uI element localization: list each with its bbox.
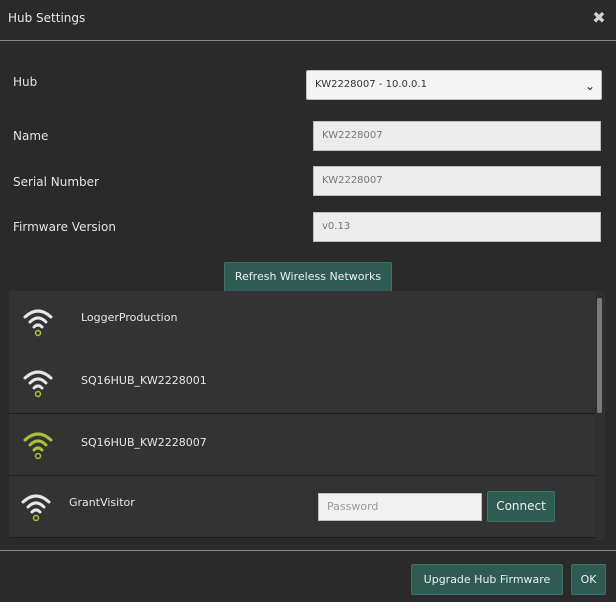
- close-icon[interactable]: ✖: [590, 9, 608, 27]
- wifi-icon: [23, 370, 53, 398]
- list-item[interactable]: SQ16HUB_KW2228001: [9, 352, 598, 414]
- upgrade-hub-firmware-button[interactable]: Upgrade Hub Firmware: [411, 564, 563, 595]
- serial-number-field[interactable]: KW2228007: [313, 166, 601, 196]
- scrollbar-thumb[interactable]: [597, 298, 602, 413]
- hub-select[interactable]: KW2228007 - 10.0.0.1 ⌄: [306, 70, 602, 100]
- serial-number-label: Serial Number: [13, 175, 99, 189]
- hub-select-value: KW2228007 - 10.0.0.1: [315, 79, 427, 90]
- network-name: LoggerProduction: [81, 311, 178, 324]
- hub-settings-dialog: Hub Settings ✖ Hub KW2228007 - 10.0.0.1 …: [0, 0, 616, 602]
- list-item[interactable]: SQ16HUB_KW2228007: [9, 414, 598, 476]
- dialog-title: Hub Settings: [8, 11, 86, 25]
- list-item[interactable]: LoggerProduction: [9, 291, 598, 353]
- connect-button[interactable]: Connect: [487, 491, 555, 522]
- network-name: GrantVisitor: [69, 496, 135, 509]
- hub-label: Hub: [13, 75, 38, 89]
- refresh-wireless-networks-button[interactable]: Refresh Wireless Networks: [224, 262, 392, 292]
- dialog-titlebar: Hub Settings ✖: [0, 0, 616, 41]
- firmware-version-field[interactable]: v0.13: [313, 212, 601, 242]
- firmware-version-label: Firmware Version: [13, 220, 116, 234]
- name-label: Name: [13, 129, 49, 143]
- password-input[interactable]: Password: [318, 493, 482, 521]
- network-name: SQ16HUB_KW2228007: [81, 436, 207, 449]
- ok-button[interactable]: OK: [571, 564, 606, 595]
- footer-divider: [0, 550, 616, 551]
- chevron-down-icon: ⌄: [584, 79, 595, 93]
- wifi-icon: [23, 309, 53, 337]
- name-field[interactable]: KW2228007: [313, 121, 601, 151]
- wifi-icon: [23, 432, 53, 460]
- wifi-icon: [21, 494, 51, 522]
- network-name: SQ16HUB_KW2228001: [81, 374, 207, 387]
